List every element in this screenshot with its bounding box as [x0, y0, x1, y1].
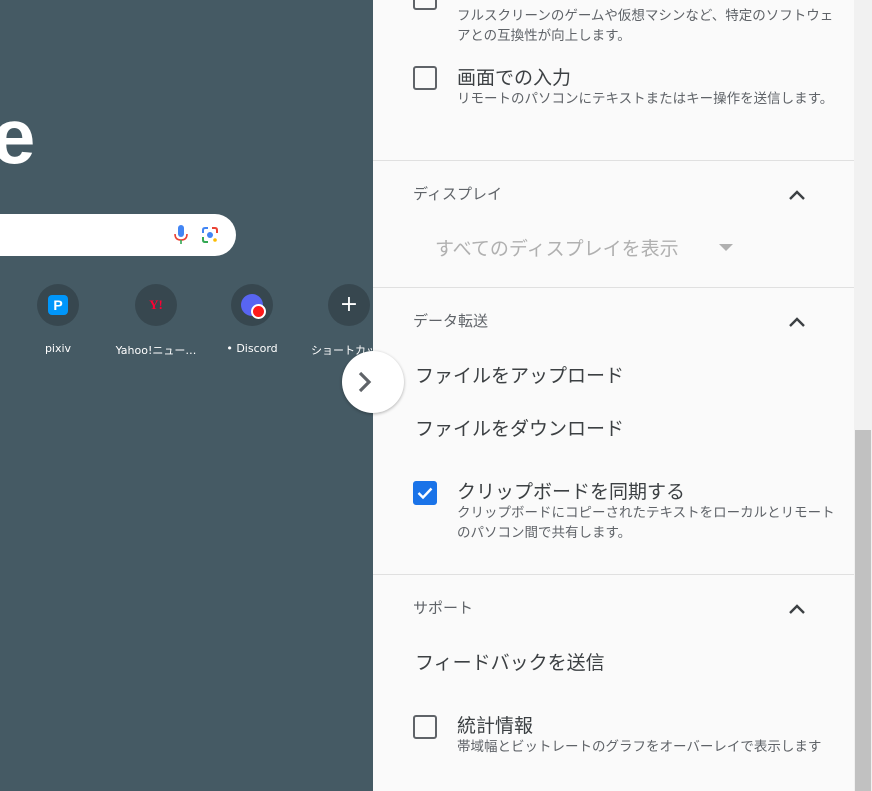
keyboard-capture-checkbox[interactable] — [413, 0, 437, 10]
search-box[interactable] — [0, 214, 236, 256]
display-section-title: ディスプレイ — [413, 185, 502, 203]
stats-checkbox[interactable] — [413, 715, 437, 739]
stats-desc: 帯域幅とビットレートのグラフをオーバーレイで表示します — [457, 739, 822, 755]
keyboard-capture-desc: フルスクリーンのゲームや仮想マシンなど、特定のソフトウェアとの互換性が向上します… — [457, 8, 834, 44]
chevron-up-icon[interactable] — [787, 603, 807, 615]
discord-icon — [241, 294, 266, 319]
screen-input-title: 画面での入力 — [457, 67, 572, 89]
microphone-icon[interactable] — [174, 225, 188, 245]
shortcut-label: • Discord — [226, 342, 278, 355]
data-transfer-section-title: データ転送 — [413, 312, 489, 330]
divider — [373, 160, 854, 161]
clipboard-sync-title: クリップボードを同期する — [457, 481, 686, 503]
stats-title: 統計情報 — [457, 715, 534, 737]
yahoo-icon: Y! — [149, 297, 163, 312]
plus-icon: + — [339, 292, 359, 317]
pixiv-icon: P — [48, 295, 68, 315]
upload-file-button[interactable]: ファイルをアップロード — [415, 361, 624, 388]
remote-desktop-options-panel: フルスクリーンのゲームや仮想マシンなど、特定のソフトウェアとの互換性が向上します… — [373, 0, 854, 791]
google-lens-icon[interactable] — [200, 225, 220, 245]
divider — [373, 574, 854, 575]
download-file-button[interactable]: ファイルをダウンロード — [415, 414, 624, 441]
chevron-right-icon — [358, 371, 372, 393]
clipboard-sync-checkbox[interactable] — [413, 481, 437, 505]
chevron-up-icon[interactable] — [787, 189, 807, 201]
shortcut-pixiv[interactable]: P pixiv — [16, 284, 100, 355]
divider — [373, 287, 854, 288]
display-select[interactable]: すべてのディスプレイを表示 — [435, 234, 679, 261]
panel-scrollbar[interactable] — [854, 0, 872, 791]
shortcut-yahoo[interactable]: Y! Yahoo!ニュー… — [114, 284, 198, 358]
send-feedback-button[interactable]: フィードバックを送信 — [415, 648, 605, 675]
support-section-title: サポート — [413, 599, 474, 617]
chevron-up-icon[interactable] — [787, 316, 807, 328]
screen-input-checkbox[interactable] — [413, 66, 437, 90]
checkmark-icon — [417, 487, 433, 500]
scrollbar-thumb[interactable] — [855, 430, 871, 791]
shortcut-label: pixiv — [44, 342, 72, 355]
dropdown-arrow-icon[interactable] — [719, 244, 733, 251]
shortcut-discord[interactable]: • Discord — [210, 284, 294, 355]
collapse-panel-button[interactable] — [342, 351, 404, 413]
clipboard-sync-desc: クリップボードにコピーされたテキストをローカルとリモートのパソコン間で共有します… — [457, 505, 835, 541]
google-logo-fragment: e — [0, 92, 36, 180]
screen-input-desc: リモートのパソコンにテキストまたはキー操作を送信します。 — [457, 91, 834, 107]
shortcut-label: Yahoo!ニュー… — [115, 344, 197, 357]
